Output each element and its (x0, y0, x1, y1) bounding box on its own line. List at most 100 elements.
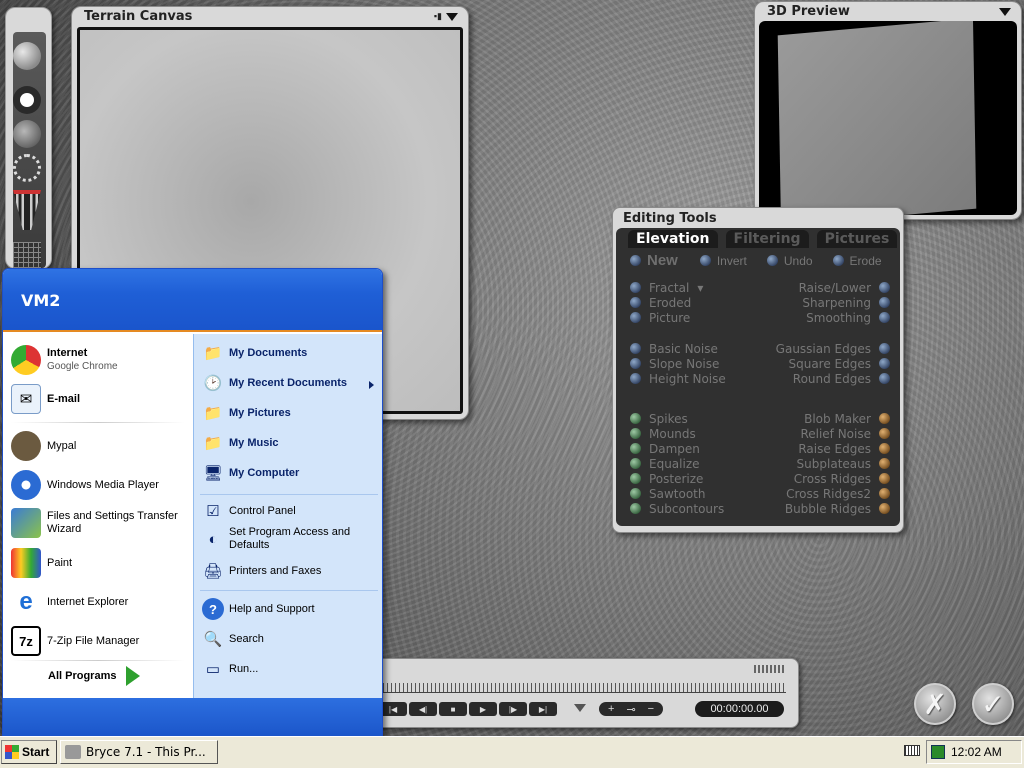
my-pictures-label: My Pictures (229, 406, 291, 419)
keyboard-icon[interactable] (904, 745, 920, 756)
set-program-access[interactable]: ◐ Set Program Access and Defaults (202, 526, 376, 552)
tool-item[interactable]: Subplateaus (785, 456, 890, 471)
accept-button[interactable]: ✓ (972, 683, 1014, 725)
tab-elevation[interactable]: Elevation (628, 230, 718, 248)
tool-item[interactable]: Raise/Lower (799, 280, 890, 295)
my-recent-documents[interactable]: 🕑 My Recent Documents (202, 372, 376, 394)
soft-brush-icon[interactable] (13, 42, 41, 70)
rewind-start-button[interactable]: |◀ (379, 702, 407, 716)
editing-left-group3: Spikes Mounds Dampen Equalize Posterize … (630, 411, 724, 516)
tool-item[interactable]: Eroded (630, 295, 703, 310)
recent-mypal[interactable]: Mypal (11, 431, 76, 461)
dropdown-arrow-icon[interactable] (999, 8, 1011, 16)
pinned-label: Internet Google Chrome (47, 347, 118, 372)
start-menu-right-column: 📁 My Documents 🕑 My Recent Documents 📁 M… (193, 334, 382, 698)
tool-item[interactable]: Relief Noise (785, 426, 890, 441)
task-label: Bryce 7.1 - This Pr... (86, 745, 206, 759)
all-programs-button[interactable]: All Programs (48, 666, 141, 686)
sphere-brush-icon[interactable] (13, 120, 41, 148)
taskbar-button-bryce[interactable]: Bryce 7.1 - This Pr... (60, 740, 218, 764)
search-label: Search (229, 632, 264, 645)
timeline-options[interactable] (574, 703, 586, 715)
play-button[interactable]: ▶ (469, 702, 497, 716)
tab-filtering[interactable]: Filtering (725, 230, 809, 248)
add-key-button[interactable]: + (603, 703, 619, 715)
help-and-support[interactable]: ? Help and Support (202, 598, 315, 620)
recent-paint[interactable]: Paint (11, 548, 72, 578)
tool-item[interactable]: Height Noise (630, 371, 726, 386)
tool-item[interactable]: Equalize (630, 456, 724, 471)
tool-item[interactable]: Sharpening (799, 295, 890, 310)
cancel-button[interactable]: ✗ (914, 683, 956, 725)
remove-key-button[interactable]: − (643, 703, 659, 715)
arrow-right-icon (126, 666, 141, 686)
dotted-brush-icon[interactable] (13, 154, 41, 182)
tool-item[interactable]: Picture (630, 310, 703, 325)
pinned-email[interactable]: ✉ E-mail (11, 384, 80, 414)
tool-item[interactable]: Sawtooth (630, 486, 724, 501)
dropdown-arrow-icon[interactable] (446, 12, 458, 21)
terrain-preview-mesh (777, 21, 977, 215)
tool-item[interactable]: Fractal ▾ (630, 280, 703, 295)
my-pictures[interactable]: 📁 My Pictures (202, 402, 291, 424)
dot-icon (879, 488, 890, 499)
stop-button[interactable]: ■ (439, 702, 467, 716)
network-icon[interactable] (931, 745, 945, 759)
hard-brush-icon[interactable] (13, 86, 41, 114)
pinned-internet[interactable]: Internet Google Chrome (11, 345, 118, 375)
my-computer[interactable]: 🖥 My Computer (202, 462, 299, 484)
invert-button[interactable]: Invert (717, 254, 747, 268)
start-button[interactable]: Start (1, 740, 57, 764)
recent-media-player[interactable]: Windows Media Player (11, 470, 159, 500)
tool-item[interactable]: Posterize (630, 471, 724, 486)
recent-transfer-wizard[interactable]: Files and Settings Transfer Wizard (11, 508, 189, 538)
erode-dot-icon[interactable] (832, 255, 844, 266)
tab-pictures[interactable]: Pictures (816, 230, 898, 248)
run[interactable]: ▭ Run... (202, 658, 258, 680)
grid-icon[interactable] (13, 242, 41, 270)
tool-item[interactable]: Blob Maker (785, 411, 890, 426)
erode-button[interactable]: Erode (850, 254, 882, 268)
tool-item[interactable]: Slope Noise (630, 356, 726, 371)
key-icon[interactable]: ⊸ (621, 703, 640, 716)
tool-item[interactable]: Bubble Ridges (785, 501, 890, 516)
tool-item[interactable]: Subcontours (630, 501, 724, 516)
tool-item[interactable]: Spikes (630, 411, 724, 426)
folder-icon: 📁 (203, 345, 223, 362)
undo-button[interactable]: Undo (784, 254, 813, 268)
my-documents[interactable]: 📁 My Documents (202, 342, 308, 364)
tool-item[interactable]: Round Edges (776, 371, 890, 386)
control-panel[interactable]: ☑ Control Panel (202, 500, 295, 522)
recent-label: Windows Media Player (47, 478, 159, 491)
dot-icon (630, 503, 641, 514)
invert-dot-icon[interactable] (699, 255, 711, 266)
new-button[interactable]: New (647, 252, 678, 269)
recent-7zip[interactable]: 7z 7-Zip File Manager (11, 626, 139, 656)
new-dot-icon[interactable] (630, 255, 641, 266)
canvas-options[interactable]: ▪▮ (434, 11, 458, 22)
tool-item[interactable]: Cross Ridges2 (785, 486, 890, 501)
search[interactable]: 🔍 Search (202, 628, 264, 650)
my-documents-label: My Documents (229, 346, 308, 359)
skip-end-button[interactable]: ▶| (529, 702, 557, 716)
my-music[interactable]: 📁 My Music (202, 432, 279, 454)
step-forward-button[interactable]: |▶ (499, 702, 527, 716)
recent-internet-explorer[interactable]: e Internet Explorer (11, 587, 128, 617)
preview-options[interactable] (999, 7, 1011, 19)
tool-label: Sharpening (802, 295, 871, 310)
undo-dot-icon[interactable] (766, 255, 778, 266)
tool-item[interactable]: Gaussian Edges (776, 341, 890, 356)
tool-item[interactable]: Basic Noise (630, 341, 726, 356)
tool-item[interactable]: Dampen (630, 441, 724, 456)
timeline-ruler[interactable] (379, 683, 786, 693)
tool-item[interactable]: Square Edges (776, 356, 890, 371)
printers-and-faxes[interactable]: 🖨 Printers and Faxes (202, 560, 321, 582)
clock[interactable]: 12:02 AM (951, 745, 1002, 759)
tool-item[interactable]: Raise Edges (785, 441, 890, 456)
tool-item[interactable]: Mounds (630, 426, 724, 441)
tool-item[interactable]: Smoothing (799, 310, 890, 325)
tool-label: Subcontours (649, 501, 725, 516)
step-back-button[interactable]: ◀| (409, 702, 437, 716)
preview-viewport[interactable] (759, 21, 1017, 215)
tool-item[interactable]: Cross Ridges (785, 471, 890, 486)
